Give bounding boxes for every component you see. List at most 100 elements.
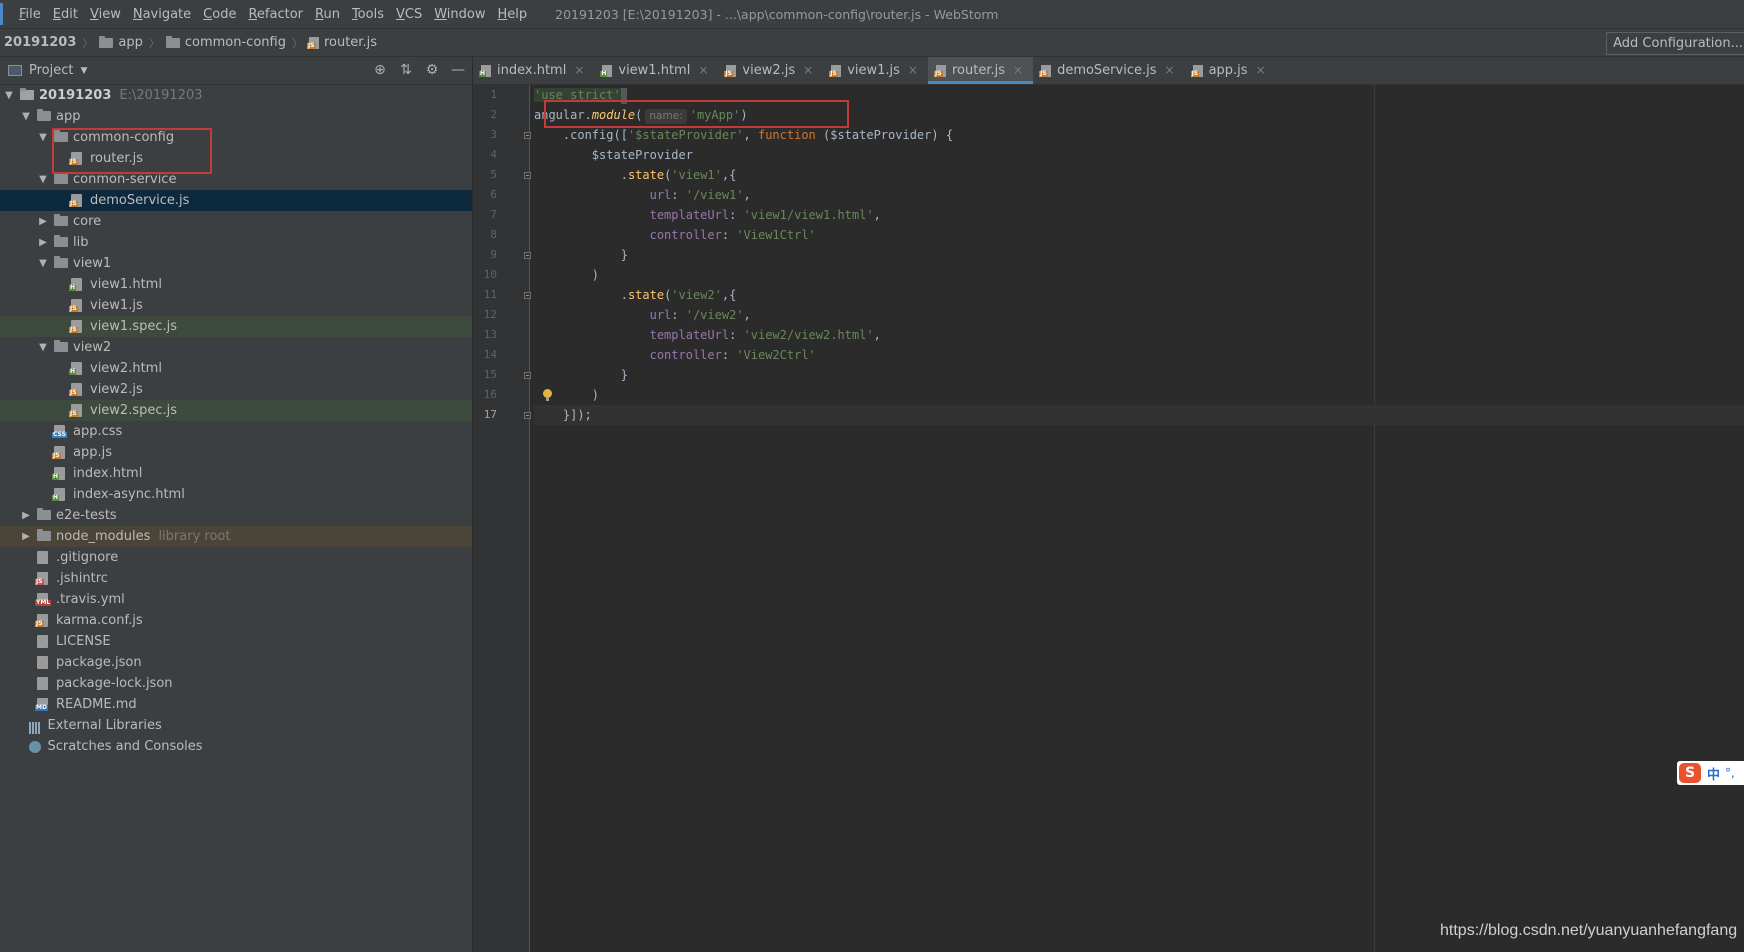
collapse-arrow-icon[interactable]: ▶ [20, 526, 32, 547]
fold-marker-icon[interactable] [524, 132, 531, 139]
tree-item[interactable]: LICENSE [0, 631, 472, 652]
line-number: 16 [483, 388, 497, 401]
expand-arrow-icon[interactable]: ▼ [37, 169, 49, 190]
menu-navigate[interactable]: Navigate [127, 7, 197, 22]
collapse-arrow-icon[interactable]: ▶ [37, 232, 49, 253]
line-number: 14 [483, 348, 497, 361]
annotation-box-module [544, 100, 849, 128]
tab-label: view1.js [847, 63, 900, 78]
close-icon[interactable]: × [1256, 57, 1266, 84]
fold-marker-icon[interactable] [524, 292, 531, 299]
locate-file-icon[interactable]: ⊕ [372, 60, 388, 80]
close-icon[interactable]: × [1165, 57, 1175, 84]
folder-icon [54, 235, 68, 247]
tree-item[interactable]: CSS app.css [0, 421, 472, 442]
tab-view1-html[interactable]: Hview1.html × [594, 57, 718, 84]
html-file-icon: H [52, 488, 65, 501]
ime-indicator[interactable]: S 中 °, [1677, 761, 1744, 785]
menu-help[interactable]: Help [492, 7, 534, 22]
expand-arrow-icon[interactable]: ▼ [37, 253, 49, 274]
tree-item[interactable]: ▼ view2 [0, 337, 472, 358]
tree-item[interactable]: ▶ node_modules library root [0, 526, 472, 547]
tab-app-js[interactable]: JS app.js × [1185, 57, 1276, 84]
tree-item[interactable]: ▶ core [0, 211, 472, 232]
tree-item[interactable]: package.json [0, 652, 472, 673]
project-view-selector[interactable]: Project ▼ [0, 63, 87, 78]
tree-item[interactable]: MD README.md [0, 694, 472, 715]
fold-marker-icon[interactable] [524, 252, 531, 259]
js-file-icon: JS [35, 572, 48, 585]
tree-item[interactable]: Scratches and Consoles [0, 736, 472, 757]
collapse-all-icon[interactable]: ⇅ [398, 60, 414, 80]
fold-marker-icon[interactable] [524, 412, 531, 419]
code-line-16: ) [591, 388, 600, 402]
breadcrumb-project[interactable]: 20191203 [0, 35, 80, 50]
tab-view1-js[interactable]: JS view1.js × [823, 57, 928, 84]
lightbulb-icon[interactable] [543, 389, 552, 401]
tree-item[interactable]: JS demoService.js [0, 190, 472, 211]
tree-item[interactable]: Hview2.html [0, 358, 472, 379]
tree-item[interactable]: ▼ app [0, 106, 472, 127]
tree-item[interactable]: ▶ lib [0, 232, 472, 253]
close-icon[interactable]: × [803, 57, 813, 84]
tree-item[interactable]: YML .travis.yml [0, 589, 472, 610]
tree-item[interactable]: JS view1.js [0, 295, 472, 316]
code-editor[interactable]: 1 2 3 4 5 6 7 8 9 10 11 12 13 14 15 16 17 'use strict' a… [473, 85, 1744, 952]
tree-item[interactable]: Hview1.html [0, 274, 472, 295]
fold-marker-icon[interactable] [524, 372, 531, 379]
folder-icon [165, 35, 180, 48]
close-icon[interactable]: × [908, 57, 918, 84]
add-configuration-button[interactable]: Add Configuration... [1606, 32, 1744, 55]
hide-panel-icon[interactable]: — [450, 60, 466, 80]
tree-item[interactable]: JS view1.spec.js [0, 316, 472, 337]
menu-tools[interactable]: Tools [346, 7, 390, 22]
gear-icon[interactable]: ⚙ [424, 60, 440, 80]
tree-item[interactable]: ▼ view1 [0, 253, 472, 274]
menu-run[interactable]: Run [309, 7, 346, 22]
folder-icon [99, 35, 114, 48]
tree-item[interactable]: package-lock.json [0, 673, 472, 694]
menu-refactor[interactable]: Refactor [242, 7, 309, 22]
tree-item-label: package.json [56, 655, 142, 670]
tab-router-js[interactable]: JS router.js × [927, 57, 1034, 84]
tree-item[interactable]: Hindex.html [0, 463, 472, 484]
expand-arrow-icon[interactable]: ▼ [3, 85, 15, 106]
tree-item[interactable]: .gitignore [0, 547, 472, 568]
tab-demoservice-js[interactable]: JS demoService.js × [1033, 57, 1185, 84]
tree-item[interactable]: JS view2.spec.js [0, 400, 472, 421]
line-number: 9 [490, 248, 497, 261]
expand-arrow-icon[interactable]: ▼ [37, 337, 49, 358]
project-tree: ▼ 20191203 E:\20191203 ▼ app ▼ common-config JS… [0, 85, 472, 952]
expand-arrow-icon[interactable]: ▼ [37, 127, 49, 148]
close-icon[interactable]: × [1013, 57, 1023, 84]
collapse-arrow-icon[interactable]: ▶ [20, 505, 32, 526]
breadcrumb-router-js[interactable]: JS router.js [305, 35, 381, 50]
breadcrumb-common-config[interactable]: common-config [162, 35, 290, 50]
tree-item[interactable]: External Libraries [0, 715, 472, 736]
collapse-arrow-icon[interactable]: ▶ [37, 211, 49, 232]
code-line-14: controller: 'View2Ctrl' [649, 348, 816, 362]
code-area[interactable]: 'use strict' angular.module(name:'myApp'… [534, 85, 1744, 425]
tab-index-html[interactable]: Hindex.html × [473, 57, 594, 84]
menu-window[interactable]: Window [428, 7, 491, 22]
fold-marker-icon[interactable] [524, 172, 531, 179]
tree-item[interactable]: ▶ e2e-tests [0, 505, 472, 526]
menu-file[interactable]: File [13, 7, 47, 22]
menu-vcs[interactable]: VCS [390, 7, 428, 22]
tree-item[interactable]: JS karma.conf.js [0, 610, 472, 631]
breadcrumb-app[interactable]: app [95, 35, 146, 50]
tree-item[interactable]: JS app.js [0, 442, 472, 463]
menu-code[interactable]: Code [197, 7, 242, 22]
tree-item[interactable]: JS view2.js [0, 379, 472, 400]
line-number: 12 [483, 308, 497, 321]
tree-root[interactable]: ▼ 20191203 E:\20191203 [0, 85, 472, 106]
close-icon[interactable]: × [574, 57, 584, 84]
close-icon[interactable]: × [698, 57, 708, 84]
tree-item[interactable]: JS .jshintrc [0, 568, 472, 589]
folder-icon [54, 214, 68, 226]
menu-view[interactable]: View [84, 7, 127, 22]
tab-view2-js[interactable]: JS view2.js × [718, 57, 823, 84]
expand-arrow-icon[interactable]: ▼ [20, 106, 32, 127]
tree-item[interactable]: Hindex-async.html [0, 484, 472, 505]
menu-edit[interactable]: Edit [47, 7, 84, 22]
